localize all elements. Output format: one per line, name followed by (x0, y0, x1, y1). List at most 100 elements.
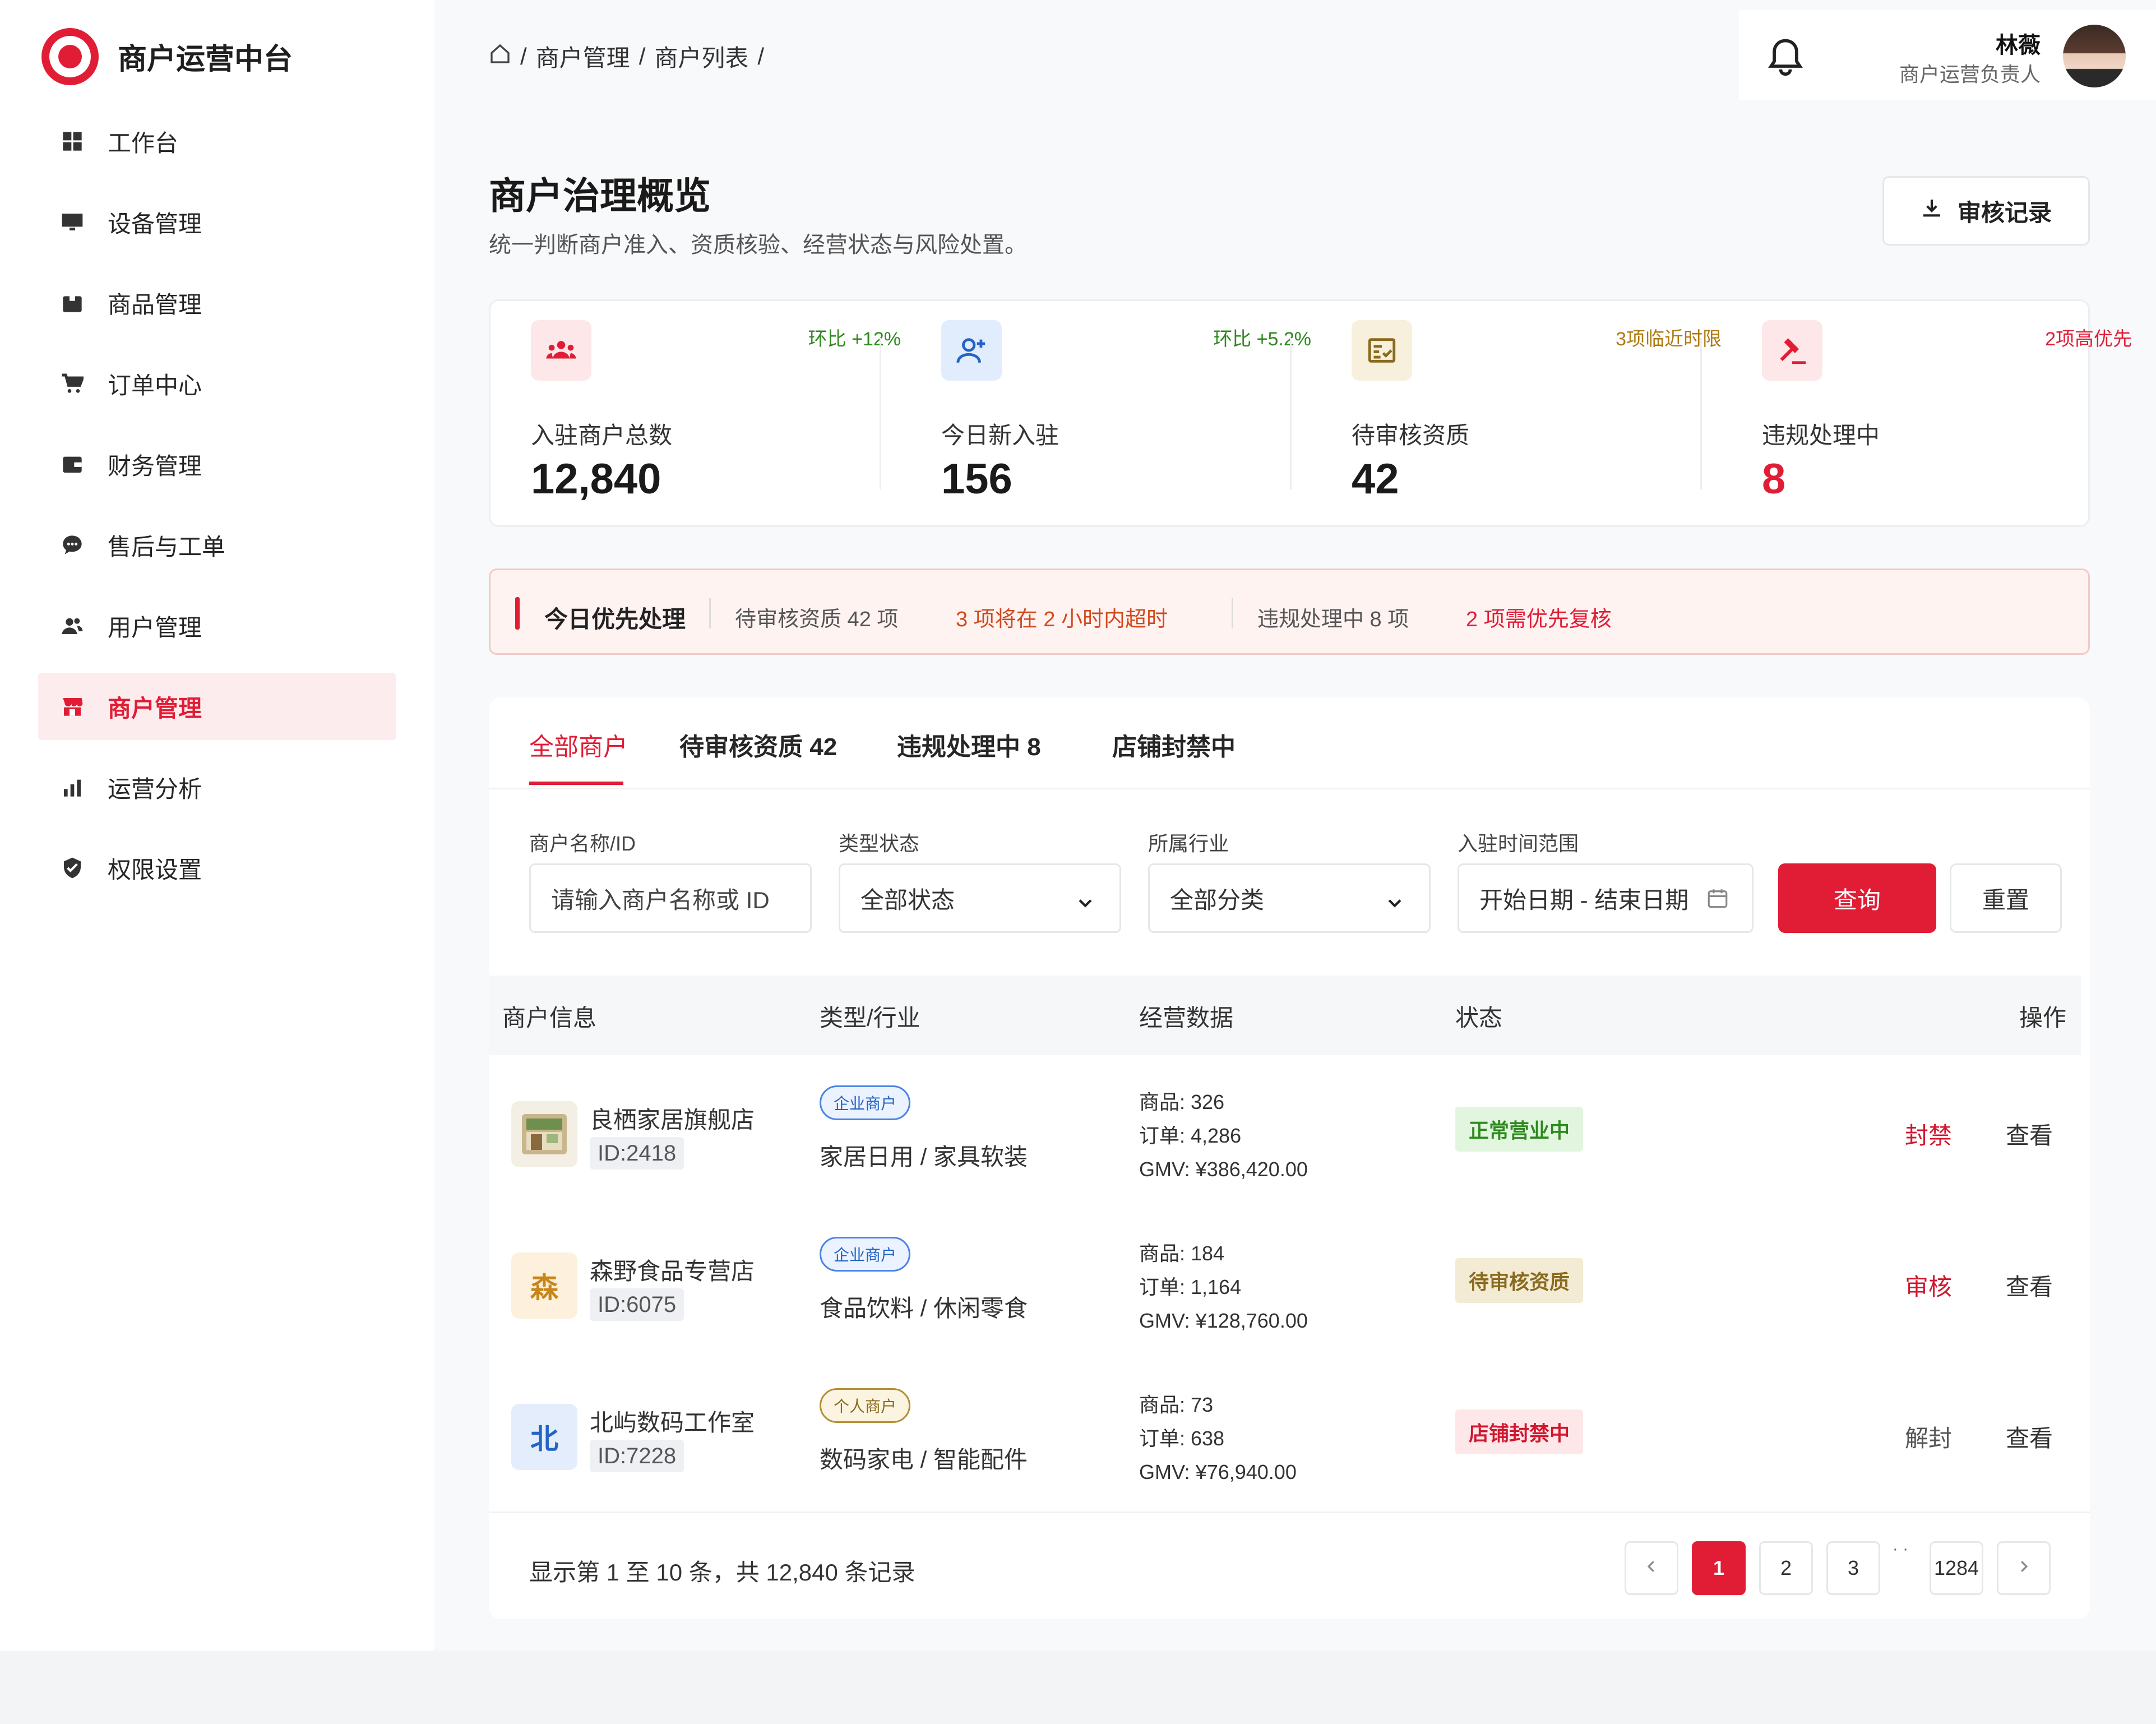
users-icon (61, 614, 84, 637)
ban-button[interactable]: 封禁 (1905, 1117, 1952, 1151)
next-page-button[interactable] (1997, 1541, 2051, 1595)
stat-label: 待审核资质 (1352, 422, 1470, 449)
audit-records-label: 审核记录 (1957, 199, 2052, 226)
page-2-button[interactable]: 2 (1759, 1541, 1813, 1595)
orders-count: 订单: 638 (1139, 1427, 1225, 1450)
page-3-button[interactable]: 3 (1826, 1541, 1880, 1595)
priority-marker (515, 597, 520, 630)
filter-status-label: 类型状态 (839, 832, 920, 855)
tab-all-merchants[interactable]: 全部商户 (529, 727, 628, 762)
industry-select[interactable]: 全部分类 (1148, 863, 1431, 933)
tab-banned-stores[interactable]: 店铺封禁中 (1112, 727, 1236, 762)
user-name: 林薇 (1996, 33, 2041, 58)
merchant-name[interactable]: 森野食品专营店 (590, 1252, 755, 1287)
unban-button[interactable]: 解封 (1905, 1420, 1952, 1454)
store-thumbnail (511, 1101, 577, 1167)
tab-pending-qualification[interactable]: 待审核资质 42 (679, 727, 837, 762)
business-data: 商品: 184 订单: 1,164 GMV: ¥128,760.00 (1139, 1237, 1308, 1338)
breadcrumb-item-list[interactable]: 商户列表 (654, 39, 748, 73)
stat-trend: 2项高优先 (2045, 329, 2132, 350)
column-merchant-info: 商户信息 (502, 1005, 597, 1031)
sidebar-item-finance[interactable]: 财务管理 (38, 431, 396, 498)
sidebar-item-workbench[interactable]: 工作台 (38, 108, 396, 175)
brand-logo (41, 27, 99, 85)
store-icon (61, 695, 84, 718)
home-icon[interactable] (489, 43, 511, 71)
sidebar-item-users[interactable]: 用户管理 (38, 592, 396, 659)
query-button[interactable]: 查询 (1778, 863, 1936, 933)
date-range-picker[interactable]: 开始日期 - 结束日期 (1458, 863, 1754, 933)
wallet-icon (61, 452, 84, 476)
brand[interactable]: 商户运营中台 (41, 27, 293, 86)
store-thumbnail: 北 (511, 1404, 577, 1470)
stat-total-merchants: 环比 +12% 入驻商户总数 12,840 (491, 301, 901, 529)
prev-page-button[interactable] (1625, 1541, 1678, 1595)
tab-active-indicator (529, 782, 623, 785)
chevron-left-icon (1643, 1556, 1660, 1580)
sidebar-item-aftersales[interactable]: 售后与工单 (38, 511, 396, 579)
reset-button[interactable]: 重置 (1950, 863, 2062, 933)
store-thumbnail: 森 (511, 1252, 577, 1319)
filter-name-label: 商户名称/ID (529, 832, 636, 855)
merchant-search-input[interactable]: 请输入商户名称或 ID (529, 863, 812, 933)
priority-separator (1232, 598, 1233, 628)
business-data: 商品: 73 订单: 638 GMV: ¥76,940.00 (1139, 1388, 1297, 1489)
stat-label: 入驻商户总数 (531, 422, 673, 449)
priority-violations-warning[interactable]: 2 项需优先复核 (1466, 602, 1612, 632)
orders-count: 订单: 4,286 (1139, 1124, 1242, 1147)
goods-count: 商品: 184 (1139, 1242, 1225, 1265)
sidebar-item-analytics[interactable]: 运营分析 (38, 754, 396, 821)
app-title: 商户运营中台 (118, 43, 293, 76)
review-button[interactable]: 审核 (1905, 1268, 1952, 1302)
view-button[interactable]: 查看 (2006, 1117, 2053, 1151)
page-1-button[interactable]: 1 (1692, 1541, 1746, 1595)
breadcrumb-item-merchants[interactable]: 商户管理 (536, 39, 630, 73)
sidebar-nav: 工作台 设备管理 商品管理 订单中心 财务管理 售后与工单 用户管理 商户管理 … (38, 108, 396, 915)
chevron-down-icon (1076, 891, 1095, 918)
merchant-name[interactable]: 北屿数码工作室 (590, 1404, 755, 1438)
merchant-table-card: 全部商户 待审核资质 42 违规处理中 8 店铺封禁中 商户名称/ID 请输入商… (489, 697, 2090, 1619)
view-button[interactable]: 查看 (2006, 1268, 2053, 1302)
stat-divider (880, 338, 881, 489)
user-plus-icon (941, 320, 1002, 381)
stat-label: 今日新入驻 (941, 422, 1060, 449)
status-select[interactable]: 全部状态 (839, 863, 1121, 933)
priority-violations[interactable]: 违规处理中 8 项 (1257, 602, 1409, 632)
merchant-industry: 食品饮料 / 休闲零食 (820, 1295, 1028, 1321)
chevron-right-icon (2015, 1556, 2032, 1580)
chevron-down-icon (1385, 891, 1404, 918)
sidebar-item-devices[interactable]: 设备管理 (38, 188, 396, 256)
bell-icon[interactable] (1766, 36, 1805, 77)
stat-value: 8 (1762, 455, 1786, 503)
sidebar-item-label: 用户管理 (108, 614, 202, 641)
page-last-button[interactable]: 1284 (1930, 1541, 1983, 1595)
priority-pending[interactable]: 待审核资质 42 项 (735, 602, 898, 632)
sidebar-item-permissions[interactable]: 权限设置 (38, 834, 396, 902)
sidebar-item-label: 权限设置 (108, 856, 202, 883)
orders-count: 订单: 1,164 (1139, 1275, 1242, 1298)
merchant-industry: 家居日用 / 家具软装 (820, 1144, 1028, 1170)
stat-label: 违规处理中 (1762, 422, 1880, 449)
priority-title: 今日优先处理 (544, 606, 686, 632)
priority-pending-warning[interactable]: 3 项将在 2 小时内超时 (956, 602, 1168, 632)
sidebar: 商户运营中台 工作台 设备管理 商品管理 订单中心 财务管理 售后与工单 用户管… (0, 0, 434, 1651)
user-role: 商户运营负责人 (1899, 63, 2041, 86)
view-button[interactable]: 查看 (2006, 1420, 2053, 1454)
avatar[interactable] (2063, 25, 2126, 87)
audit-records-button[interactable]: 审核记录 (1882, 176, 2090, 246)
breadcrumb: / 商户管理 / 商户列表 / (489, 39, 764, 73)
pagination-bar: 显示第 1 至 10 条，共 12,840 条记录 1 2 3 · · 1284 (489, 1512, 2090, 1619)
pagination-ellipsis: · · (1892, 1540, 1909, 1558)
sidebar-item-orders[interactable]: 订单中心 (38, 350, 396, 417)
monitor-icon (61, 210, 84, 234)
breadcrumb-separator: / (520, 43, 527, 70)
status-badge: 店铺封禁中 (1455, 1409, 1584, 1454)
merchant-name[interactable]: 良栖家居旗舰店 (590, 1101, 755, 1135)
package-icon (61, 291, 84, 315)
tab-violations[interactable]: 违规处理中 8 (897, 727, 1041, 762)
merchant-id: ID:6075 (590, 1288, 684, 1321)
sidebar-item-merchants[interactable]: 商户管理 (38, 673, 396, 740)
sidebar-item-products[interactable]: 商品管理 (38, 269, 396, 336)
chat-icon (61, 533, 84, 557)
bar-chart-icon (61, 775, 84, 799)
